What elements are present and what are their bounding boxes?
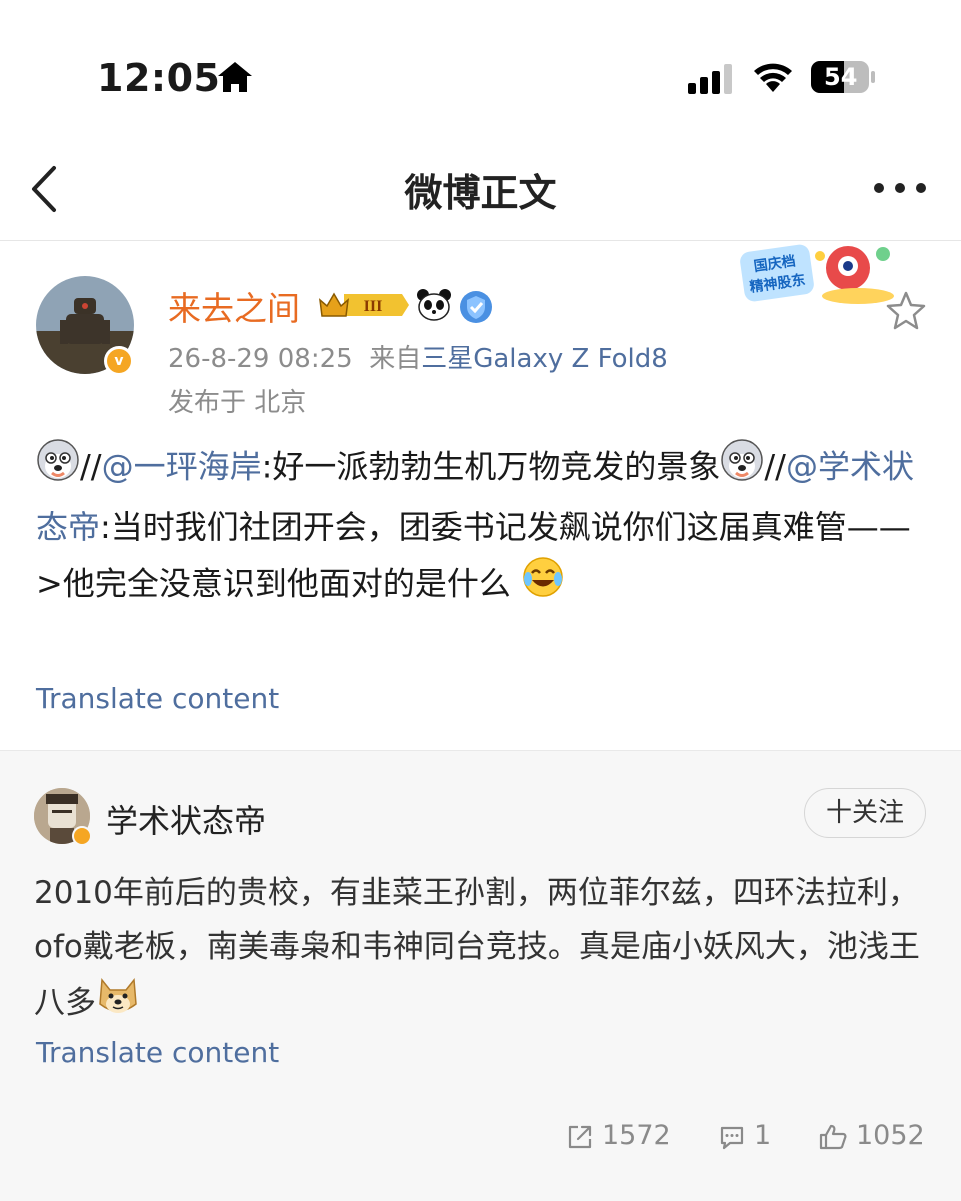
repost-text-content: 2010年前后的贵校，有韭菜王孙割，两位菲尔兹，四环法拉利，ofo戴老板，南美毒…	[34, 875, 920, 1021]
doge-emoji-icon	[96, 974, 140, 1035]
battery-level: 54	[824, 63, 858, 91]
verified-badge	[72, 826, 92, 846]
panda-icon[interactable]	[416, 288, 452, 326]
wifi-icon	[752, 60, 794, 98]
translate-link[interactable]: Translate content	[36, 682, 279, 715]
holiday-sticker[interactable]: 国庆档 精神股东	[738, 238, 898, 308]
repost-icon	[568, 1125, 592, 1148]
repost-count-value: 1572	[602, 1120, 671, 1151]
shield-icon[interactable]	[459, 290, 493, 328]
home-icon	[216, 58, 254, 100]
repost-text: 2010年前后的贵校，有韭菜王孙割，两位菲尔兹，四环法拉利，ofo戴老板，南美毒…	[34, 866, 924, 1035]
like-count[interactable]: 1052	[818, 1120, 925, 1151]
star-icon[interactable]	[886, 290, 926, 334]
post-text: //@一玶海岸:好一派勃勃生机万物竞发的景象 //@学术状态帝:当时我们社团开会…	[36, 438, 928, 616]
author-name[interactable]: 来去之间	[168, 282, 300, 330]
page-title: 微博正文	[404, 171, 557, 215]
comment-icon	[720, 1126, 744, 1149]
post-text-part-2: :当时我们社团开会，团委书记发飙说你们这届真难管——>他完全没意识到他面对的是什…	[36, 508, 911, 603]
post-time: 26-8-29 08:25	[168, 344, 353, 374]
status-time: 12:05	[97, 56, 221, 100]
crown-level-badge[interactable]: III	[318, 290, 410, 324]
husky-emoji-icon	[720, 438, 764, 499]
post-text-part-1: :好一派勃勃生机万物竞发的景象	[261, 447, 721, 486]
follow-button[interactable]: 十关注	[804, 788, 926, 838]
more-icon[interactable]	[872, 180, 928, 194]
source-prefix: 来自	[369, 344, 422, 374]
signal-icon	[688, 64, 736, 98]
comment-count-value: 1	[754, 1120, 772, 1151]
crown-level-text: III	[364, 298, 383, 315]
post-location: 发布于 北京	[168, 388, 307, 418]
mention-link-1[interactable]: @一玶海岸	[102, 448, 262, 486]
laugh-cry-emoji-icon	[521, 555, 565, 616]
repost-author-name[interactable]: 学术状态帝	[106, 796, 266, 842]
repost-translate-link[interactable]: Translate content	[36, 1036, 279, 1069]
comment-count[interactable]: 1	[718, 1120, 771, 1151]
husky-emoji-icon	[36, 438, 80, 499]
repost-separator-2: //	[764, 447, 786, 486]
verified-badge: v	[104, 346, 134, 376]
repost-separator-1: //	[80, 447, 102, 486]
repost-count[interactable]: 1572	[566, 1120, 671, 1151]
device-link[interactable]: 三星Galaxy Z Fold8	[421, 344, 668, 374]
post-meta: 26-8-29 08:25 来自三星Galaxy Z Fold8	[168, 338, 668, 375]
like-count-value: 1052	[856, 1120, 925, 1151]
like-icon	[819, 1124, 847, 1149]
